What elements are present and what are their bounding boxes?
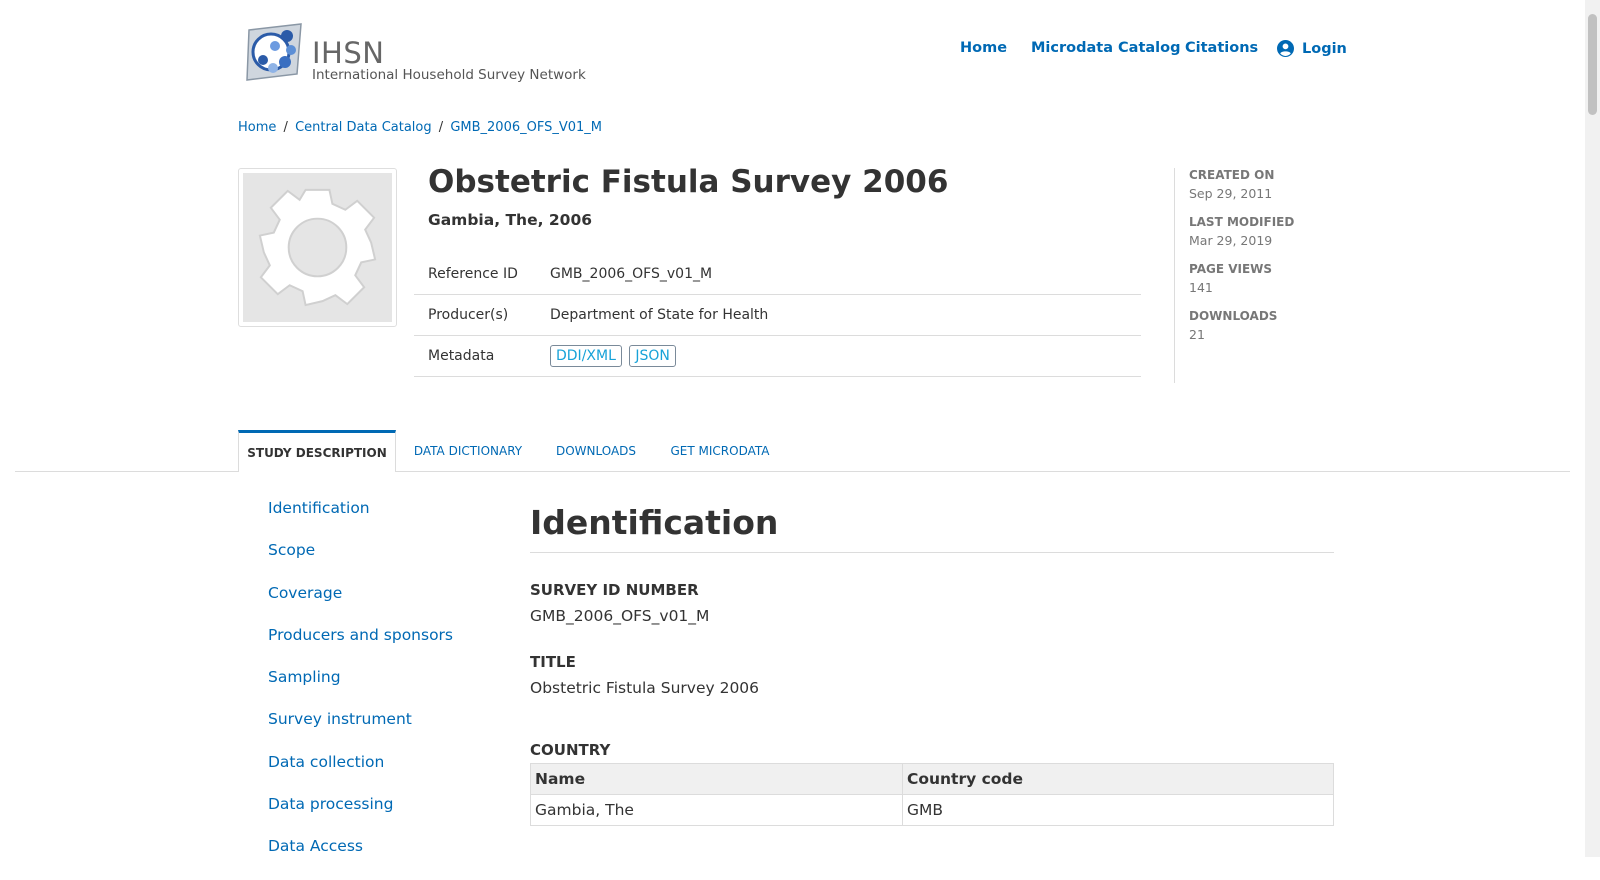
breadcrumb-study-id[interactable]: GMB_2006_OFS_V01_M [450, 120, 602, 135]
logo-title: IHSN [312, 36, 385, 70]
survey-id-label: SURVEY ID NUMBER [530, 581, 699, 599]
sidenav-item-data-processing[interactable]: Data processing [268, 795, 453, 837]
breadcrumb-central-data-catalog[interactable]: Central Data Catalog [295, 120, 432, 135]
tab-data-dictionary[interactable]: DATA DICTIONARY [404, 430, 532, 471]
study-content: Identification SURVEY ID NUMBER GMB_2006… [530, 503, 1335, 826]
last-modified-value: Mar 29, 2019 [1189, 233, 1273, 248]
survey-id-value: GMB_2006_OFS_v01_M [530, 607, 710, 625]
downloads-value: 21 [1189, 327, 1205, 342]
user-circle-icon [1277, 40, 1294, 57]
breadcrumb-separator: / [283, 120, 288, 135]
meta-value: GMB_2006_OFS_v01_M [550, 266, 713, 282]
sidenav-item-identification[interactable]: Identification [268, 499, 453, 541]
breadcrumb: Home / Central Data Catalog / GMB_2006_O… [238, 120, 602, 135]
study-stats: CREATED ON Sep 29, 2011 LAST MODIFIED Ma… [1174, 168, 1389, 383]
column-header-country-code: Country code [901, 763, 1335, 795]
json-button[interactable]: JSON [629, 345, 676, 367]
meta-row-reference-id: Reference ID GMB_2006_OFS_v01_M [414, 254, 1141, 295]
nav-home-link[interactable]: Home [960, 40, 1007, 56]
sidenav-item-data-collection[interactable]: Data collection [268, 753, 453, 795]
nav-microdata-catalog-link[interactable]: Microdata Catalog [1031, 40, 1181, 56]
country-name-cell: Gambia, The [530, 794, 903, 826]
sidenav-item-sampling[interactable]: Sampling [268, 668, 453, 710]
tab-get-microdata[interactable]: GET MICRODATA [664, 430, 776, 471]
breadcrumb-home[interactable]: Home [238, 120, 276, 135]
nav-citations-link[interactable]: Citations [1185, 40, 1258, 56]
gear-icon [258, 188, 377, 307]
page-scrollbar[interactable] [1585, 0, 1600, 857]
meta-row-metadata: Metadata DDI/XML JSON [414, 336, 1141, 377]
country-label: COUNTRY [530, 741, 611, 759]
column-header-name: Name [530, 763, 903, 795]
study-title: Obstetric Fistula Survey 2006 [428, 164, 949, 200]
meta-label: Reference ID [428, 266, 518, 282]
table-header-row: Name Country code [530, 763, 1335, 795]
sidenav-item-data-access[interactable]: Data Access [268, 837, 453, 879]
meta-value: Department of State for Health [550, 307, 769, 323]
section-nav: Identification Scope Coverage Producers … [268, 499, 453, 880]
created-on-label: CREATED ON [1189, 168, 1275, 182]
page-views-value: 141 [1189, 280, 1213, 295]
last-modified-label: LAST MODIFIED [1189, 215, 1295, 229]
section-heading-identification: Identification [530, 503, 1334, 553]
page-views-label: PAGE VIEWS [1189, 262, 1273, 276]
downloads-label: DOWNLOADS [1189, 309, 1278, 323]
title-label: TITLE [530, 653, 576, 671]
tab-downloads[interactable]: DOWNLOADS [548, 430, 644, 471]
table-row: Gambia, The GMB [530, 794, 1335, 826]
meta-row-producers: Producer(s) Department of State for Heal… [414, 295, 1141, 336]
meta-label: Producer(s) [428, 307, 509, 323]
breadcrumb-separator: / [438, 120, 444, 135]
meta-label: Metadata [428, 348, 495, 364]
country-code-cell: GMB [901, 794, 1335, 826]
study-thumbnail [238, 168, 397, 327]
title-value: Obstetric Fistula Survey 2006 [530, 679, 760, 697]
sidenav-item-scope[interactable]: Scope [268, 541, 453, 583]
logo-subtitle: International Household Survey Network [312, 67, 586, 83]
scrollbar-thumb[interactable] [1588, 14, 1597, 115]
ihsn-logo[interactable]: IHSN International Household Survey Netw… [245, 22, 586, 86]
ddi-xml-button[interactable]: DDI/XML [550, 345, 622, 367]
tab-study-description[interactable]: STUDY DESCRIPTION [238, 430, 396, 472]
ihsn-logo-icon [246, 23, 302, 81]
country-table: Name Country code Gambia, The GMB [530, 763, 1335, 826]
thumbnail-placeholder [243, 173, 392, 322]
login-label: Login [1302, 40, 1347, 57]
study-subtitle: Gambia, The, 2006 [428, 211, 593, 229]
sidenav-item-coverage[interactable]: Coverage [268, 584, 453, 626]
meta-value: DDI/XML JSON [550, 345, 1141, 367]
sidenav-item-survey-instrument[interactable]: Survey instrument [268, 710, 453, 752]
sidenav-item-producers-and-sponsors[interactable]: Producers and sponsors [268, 626, 453, 668]
created-on-value: Sep 29, 2011 [1189, 186, 1273, 201]
study-meta-table: Reference ID GMB_2006_OFS_v01_M Producer… [414, 254, 1141, 377]
nav-login-link[interactable]: Login [1277, 40, 1347, 57]
